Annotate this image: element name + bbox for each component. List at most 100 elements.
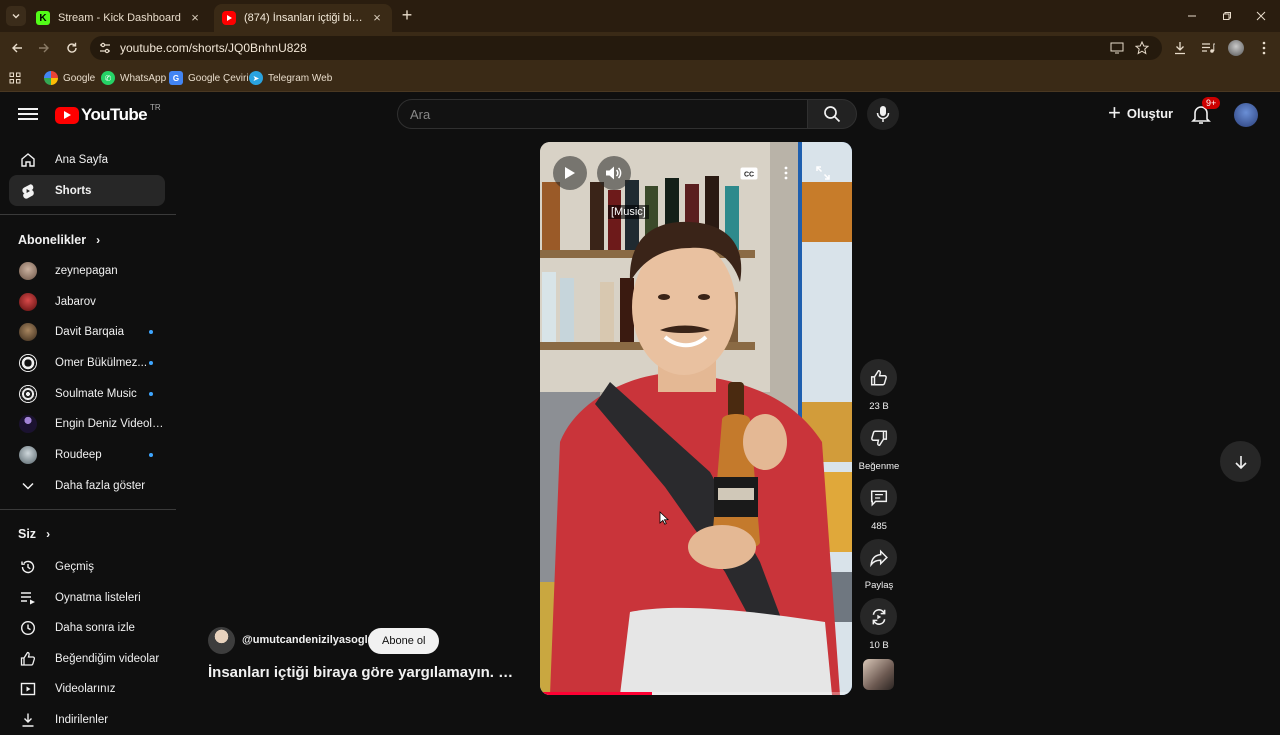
sidebar-item-playlists[interactable]: Oynatma listeleri: [9, 582, 165, 613]
profile-button[interactable]: [1226, 38, 1246, 58]
media-controls-button[interactable]: [1198, 38, 1218, 58]
share-button[interactable]: [860, 539, 897, 576]
sidebar-item-home[interactable]: Ana Sayfa: [9, 144, 165, 175]
channel-avatar: [19, 445, 37, 464]
install-icon: [1110, 42, 1124, 54]
sidebar-item-history[interactable]: Geçmiş: [9, 551, 165, 582]
sidebar-item-label: Oynatma listeleri: [55, 591, 141, 604]
search-placeholder: Ara: [410, 106, 431, 122]
comment-icon: [870, 490, 887, 507]
downloads-button[interactable]: [1170, 38, 1190, 58]
sidebar-subscription[interactable]: Roudeep: [9, 439, 165, 470]
forward-button[interactable]: [34, 38, 54, 58]
browser-menu-button[interactable]: [1254, 38, 1274, 58]
svg-text:CC: CC: [744, 171, 754, 178]
close-tab-icon[interactable]: ×: [188, 11, 202, 25]
url-text: youtube.com/shorts/JQ0BnhnU828: [120, 41, 307, 55]
fullscreen-button[interactable]: [806, 156, 840, 190]
more-vertical-icon: [1262, 41, 1266, 55]
close-window-button[interactable]: [1242, 0, 1280, 32]
sidebar-item-liked-videos[interactable]: Beğendiğim videolar: [9, 643, 165, 674]
sidebar-subscription[interactable]: zeynepagan: [9, 255, 165, 286]
sidebar-subscription[interactable]: Soulmate Music: [9, 378, 165, 409]
sidebar-subscription[interactable]: Ömer Bükülmez...: [9, 347, 165, 378]
play-icon: [565, 167, 575, 179]
sidebar-item-shorts[interactable]: Shorts: [9, 175, 165, 206]
bookmark-star-button[interactable]: [1132, 38, 1152, 58]
dislike-label: Beğenme: [858, 461, 900, 472]
like-button[interactable]: [860, 359, 897, 396]
your-videos-icon: [19, 680, 37, 698]
back-button[interactable]: [7, 38, 27, 58]
video-frame: [540, 142, 852, 695]
bookmark-telegram-web[interactable]: ➤ Telegram Web: [249, 70, 332, 86]
apps-button[interactable]: [9, 70, 21, 86]
channel-handle[interactable]: @umutcandenizilyasoglu: [242, 634, 374, 646]
sidebar-item-your-videos[interactable]: Videolarınız: [9, 673, 165, 704]
minimize-button[interactable]: [1173, 0, 1211, 32]
sidebar-item-label: Ana Sayfa: [55, 153, 109, 166]
video-progress-bar[interactable]: [540, 692, 852, 695]
account-avatar[interactable]: [1234, 103, 1258, 127]
close-tab-icon[interactable]: ×: [370, 11, 384, 25]
subscription-label: Davit Barqaia: [55, 325, 125, 338]
captions-button[interactable]: CC: [732, 156, 766, 190]
sidebar-subscription[interactable]: Engin Deniz Videoları: [9, 408, 165, 439]
download-icon: [1175, 42, 1185, 55]
search-input[interactable]: Ara: [397, 99, 808, 129]
mute-button[interactable]: [597, 156, 631, 190]
reload-button[interactable]: [62, 38, 82, 58]
new-content-dot: [149, 391, 153, 396]
close-icon: [1256, 11, 1266, 21]
install-app-button[interactable]: [1107, 38, 1127, 58]
sidebar-item-label: Videolarınız: [55, 682, 116, 695]
bookmark-label: Telegram Web: [268, 72, 333, 84]
history-icon: [19, 558, 37, 576]
tab-search-button[interactable]: [6, 6, 26, 26]
sidebar-subscription[interactable]: Davit Barqaia: [9, 316, 165, 347]
channel-avatar[interactable]: [208, 627, 235, 654]
address-bar[interactable]: youtube.com/shorts/JQ0BnhnU828: [90, 36, 1162, 60]
bookmark-whatsapp[interactable]: ✆ WhatsApp: [101, 70, 166, 86]
browser-tab-kick[interactable]: K Stream - Kick Dashboard ×: [28, 4, 210, 32]
guide-menu-button[interactable]: [18, 105, 38, 125]
bookmarks-bar: Google ✆ WhatsApp G Google Çeviri ➤ Tele…: [0, 64, 1280, 92]
thumbs-down-icon: [870, 430, 887, 446]
restore-button[interactable]: [1208, 0, 1246, 32]
site-settings-icon[interactable]: [98, 41, 112, 55]
next-video-button[interactable]: [1220, 441, 1261, 482]
play-button[interactable]: [553, 156, 587, 190]
subscribe-button[interactable]: Abone ol: [368, 628, 440, 654]
bookmark-google-ceviri[interactable]: G Google Çeviri: [169, 70, 249, 86]
audio-source-thumbnail[interactable]: [863, 659, 894, 690]
minimize-icon: [1188, 15, 1196, 17]
sidebar-subscription[interactable]: Jabarov: [9, 286, 165, 317]
subscription-label: Ömer Bükülmez...: [55, 356, 148, 369]
whatsapp-icon: ✆: [101, 71, 115, 85]
video-title[interactable]: İnsanları içtiği biraya göre yargılamayı…: [208, 664, 513, 681]
you-title: Siz: [18, 527, 37, 541]
youtube-logo[interactable]: YouTube TR: [55, 103, 161, 125]
cc-icon: CC: [740, 167, 758, 179]
chevron-down-icon: [12, 14, 20, 19]
remix-button[interactable]: [860, 598, 897, 635]
shorts-video-player[interactable]: CC [Music]: [540, 142, 852, 695]
channel-avatar: [19, 384, 37, 403]
you-heading[interactable]: Siz ›: [18, 527, 50, 541]
remix-icon: [872, 608, 885, 625]
star-icon: [1135, 41, 1149, 55]
browser-tab-youtube[interactable]: (874) İnsanları içtiği biraya göre yargı…: [214, 4, 392, 32]
more-options-button[interactable]: [769, 156, 803, 190]
plus-icon: +: [1108, 100, 1121, 125]
voice-search-button[interactable]: [867, 98, 899, 130]
bookmark-google[interactable]: Google: [44, 70, 95, 86]
sidebar-item-watch-later[interactable]: Daha sonra izle: [9, 612, 165, 643]
new-tab-button[interactable]: +: [398, 6, 416, 24]
dislike-button[interactable]: [860, 419, 897, 456]
comments-button[interactable]: [860, 479, 897, 516]
create-button[interactable]: + Oluştur: [1108, 100, 1173, 125]
sidebar-divider: [0, 509, 176, 510]
search-button[interactable]: [807, 99, 857, 129]
subscriptions-heading[interactable]: Abonelikler ›: [18, 233, 100, 247]
show-more-button[interactable]: Daha fazla göster: [9, 470, 165, 501]
